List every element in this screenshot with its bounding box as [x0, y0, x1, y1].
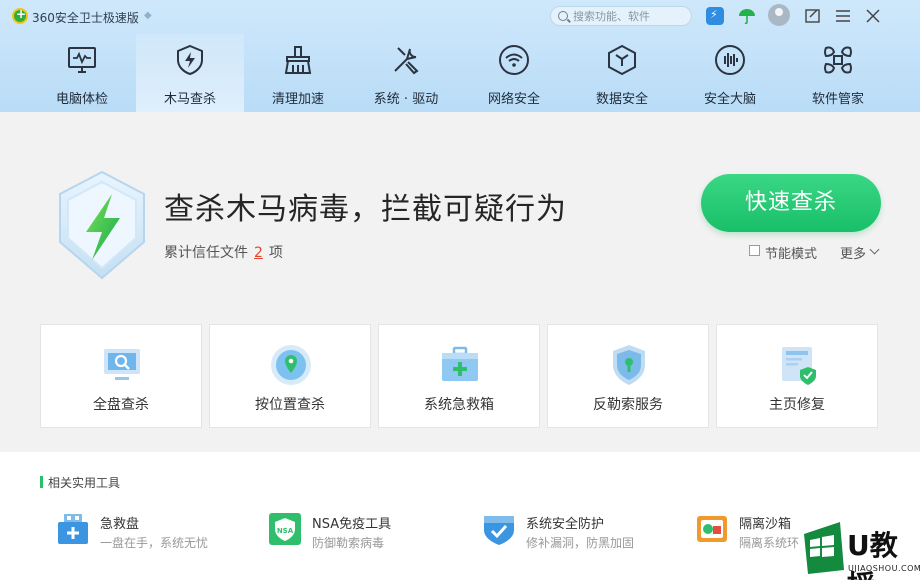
tool-system-protection[interactable]: 系统安全防护 修补漏洞，防黑加固 — [482, 510, 682, 554]
card-label: 主页修复 — [769, 397, 825, 413]
header: 360安全卫士极速版 ◆ 电脑体检 — [0, 0, 920, 112]
tab-system-driver[interactable]: 系统 · 驱动 — [352, 34, 460, 112]
eco-mode-label[interactable]: 节能模式 — [765, 243, 817, 262]
apps-grid-icon — [824, 46, 852, 74]
rescue-drive-icon — [58, 514, 88, 544]
search-box[interactable] — [550, 6, 692, 26]
monitor-pulse-icon — [68, 47, 96, 73]
card-label: 系统急救箱 — [424, 397, 494, 413]
wifi-icon — [499, 45, 529, 75]
main-nav: 电脑体检 木马查杀 清理加速 系统 · 驱动 网络安全 数据安全 安全大脑 软件… — [28, 34, 920, 112]
card-label: 全盘查杀 — [93, 397, 149, 413]
tools-heading: 相关实用工具 — [48, 476, 121, 490]
tool-nsa-immunity[interactable]: NSA NSA免疫工具 防御勒索病毒 — [268, 510, 468, 554]
watermark-logo: U教授 UJIAOSHOU.COM — [800, 514, 920, 580]
tab-trojan-scan[interactable]: 木马查杀 — [136, 34, 244, 112]
tool-desc: 隔离系统环 — [739, 536, 800, 550]
tab-security-brain[interactable]: 安全大脑 — [676, 34, 784, 112]
page-shield-icon — [782, 347, 816, 385]
page-title: 查杀木马病毒，拦截可疑行为 — [164, 192, 567, 227]
tab-label: 安全大脑 — [703, 92, 756, 107]
svg-text:NSA: NSA — [277, 527, 294, 535]
windows-logo-icon — [804, 522, 844, 574]
trusted-files-count-link[interactable]: 2 — [254, 245, 263, 261]
location-pin-icon — [271, 345, 311, 385]
wrench-screwdriver-icon — [394, 47, 419, 75]
tab-software-manager[interactable]: 软件管家 — [784, 34, 892, 112]
trusted-files-unit: 项 — [268, 245, 283, 261]
watermark-url: UJIAOSHOU.COM — [848, 564, 920, 573]
shield-lock-icon — [613, 345, 645, 385]
shield-bolt-icon — [59, 170, 145, 280]
menu-icon[interactable] — [834, 7, 852, 25]
tab-label: 木马查杀 — [163, 92, 216, 107]
trusted-files-label: 累计信任文件 — [164, 245, 248, 261]
version-diamond-icon: ◆ — [144, 10, 152, 21]
title-bar: 360安全卫士极速版 ◆ — [0, 0, 920, 34]
trusted-files-summary: 累计信任文件 2 项 — [164, 242, 283, 262]
app-title: 360安全卫士极速版 — [32, 11, 139, 25]
nsa-shield-icon: NSA — [269, 513, 301, 545]
shield-bolt-icon[interactable] — [706, 7, 724, 25]
tab-label: 网络安全 — [487, 92, 540, 107]
tab-clean-speedup[interactable]: 清理加速 — [244, 34, 352, 112]
tool-name: 急救盘 — [100, 517, 140, 532]
tab-label: 清理加速 — [271, 92, 324, 107]
monitor-search-icon — [104, 349, 140, 380]
broom-icon — [284, 46, 312, 74]
close-icon[interactable] — [864, 7, 882, 25]
tab-data-security[interactable]: 数据安全 — [568, 34, 676, 112]
tab-label: 系统 · 驱动 — [373, 92, 439, 107]
search-icon — [558, 11, 568, 21]
card-system-rescue[interactable]: 系统急救箱 — [378, 324, 540, 428]
tool-desc: 一盘在手，系统无忧 — [100, 536, 209, 550]
card-label: 按位置查杀 — [255, 397, 325, 413]
tab-network-security[interactable]: 网络安全 — [460, 34, 568, 112]
cube-icon — [608, 44, 636, 76]
card-label: 反勒索服务 — [593, 397, 663, 413]
tab-label: 软件管家 — [811, 92, 864, 107]
umbrella-icon[interactable] — [738, 7, 756, 25]
tab-label: 数据安全 — [595, 92, 648, 107]
main-panel: 查杀木马病毒，拦截可疑行为 累计信任文件 2 项 快速查杀 节能模式 更多 全盘查杀 — [0, 112, 920, 452]
sandbox-icon — [697, 516, 727, 542]
card-full-scan[interactable]: 全盘查杀 — [40, 324, 202, 428]
tool-name: 隔离沙箱 — [739, 517, 792, 532]
more-dropdown[interactable]: 更多 — [840, 243, 866, 262]
feedback-icon[interactable] — [804, 7, 822, 25]
card-location-scan[interactable]: 按位置查杀 — [209, 324, 371, 428]
tab-label: 电脑体检 — [55, 92, 108, 107]
chevron-down-icon[interactable] — [869, 244, 880, 255]
tool-desc: 防御勒索病毒 — [312, 536, 385, 550]
tool-name: NSA免疫工具 — [312, 517, 392, 532]
first-aid-kit-icon — [442, 346, 478, 381]
brain-waveform-icon — [715, 45, 745, 75]
system-shield-icon — [484, 516, 514, 545]
search-input[interactable] — [573, 9, 685, 24]
tool-rescue-drive[interactable]: 急救盘 一盘在手，系统无忧 — [56, 510, 256, 554]
tool-desc: 修补漏洞，防黑加固 — [526, 536, 635, 550]
section-marker — [40, 476, 43, 488]
scan-options: 全盘查杀 按位置查杀 系统急救箱 反勒索服务 主页修复 — [40, 324, 880, 428]
shield-bolt-icon — [177, 44, 203, 76]
card-anti-ransom[interactable]: 反勒索服务 — [547, 324, 709, 428]
user-avatar[interactable] — [768, 4, 790, 26]
card-homepage-repair[interactable]: 主页修复 — [716, 324, 878, 428]
quick-scan-button[interactable]: 快速查杀 — [701, 174, 881, 232]
tab-pc-checkup[interactable]: 电脑体检 — [28, 34, 136, 112]
app-logo-icon — [12, 7, 28, 24]
tool-name: 系统安全防护 — [526, 517, 605, 532]
eco-mode-checkbox[interactable] — [749, 245, 760, 256]
